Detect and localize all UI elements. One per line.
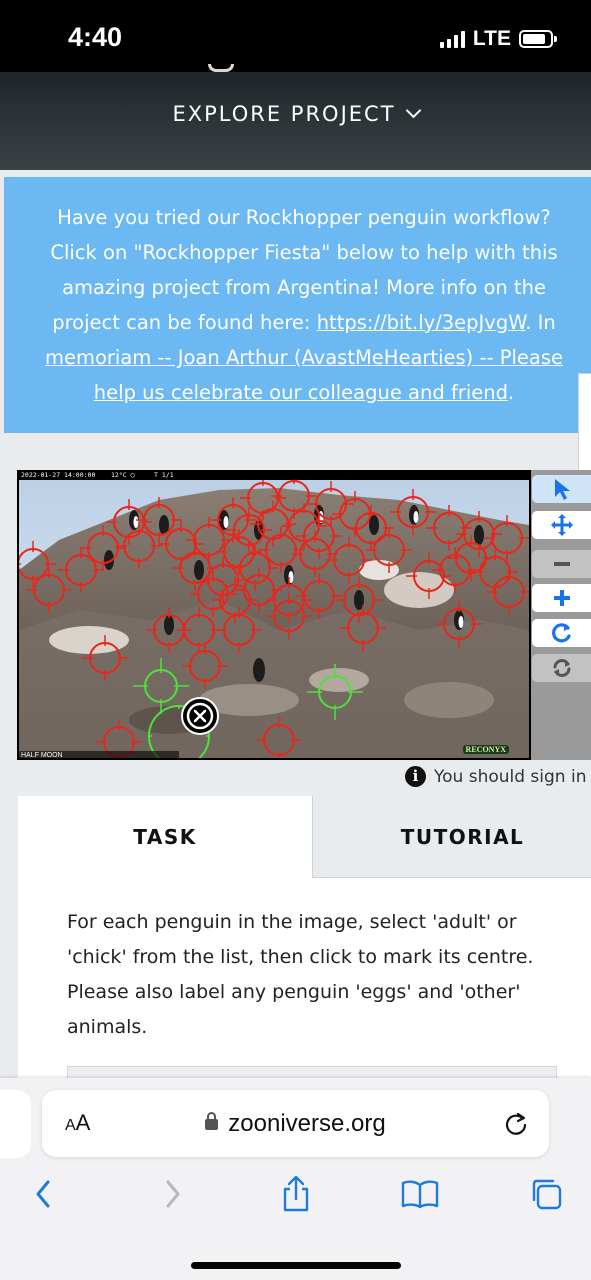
status-bar: 4:40 LTE — [0, 0, 591, 72]
penguin-photo — [19, 480, 529, 758]
close-icon — [186, 702, 214, 730]
chevron-down-icon — [405, 102, 421, 119]
info-icon: i — [405, 766, 426, 787]
announcement-text: project can be found here: — [52, 311, 317, 334]
announcement-text: . — [507, 381, 515, 404]
browser-toolbar: AA zooniverse.org — [0, 1078, 591, 1280]
network-label: LTE — [472, 27, 511, 50]
signal-icon — [439, 30, 465, 48]
announcement-banner: Have you tried our Rockhopper penguin wo… — [4, 177, 591, 433]
zoom-out-button[interactable] — [532, 550, 591, 578]
chevron-left-icon — [36, 1180, 50, 1208]
camera-watermark: RECONYX — [462, 745, 509, 754]
previous-tab-card[interactable] — [0, 1090, 31, 1158]
location-label: HALF MOON — [19, 751, 179, 760]
pan-tool-button[interactable] — [532, 511, 591, 539]
back-button[interactable] — [24, 1174, 64, 1214]
reload-button[interactable] — [503, 1111, 529, 1141]
bookmarks-button[interactable] — [400, 1174, 440, 1214]
book-icon — [401, 1180, 439, 1209]
home-indicator — [191, 1262, 401, 1269]
address-bar[interactable]: AA zooniverse.org — [42, 1090, 549, 1157]
announcement-line: Click on "Rockhopper Fiesta" below to he… — [50, 241, 558, 264]
task-instructions: For each penguin in the image, select 'a… — [67, 911, 534, 1038]
project-title-fragment — [208, 64, 234, 72]
camera-info-bar: 2022-01-27 14:00:00 12°C ◯ T 1/1 — [19, 470, 529, 480]
announcement-line: memoriam -- Joan Arthur (AvastMeHearties… — [4, 340, 591, 375]
lock-icon — [205, 1112, 219, 1130]
reset-view-button[interactable] — [532, 654, 591, 682]
pan-icon — [551, 514, 573, 536]
memoriam-link[interactable]: memoriam -- Joan Arthur (AvastMeHearties… — [45, 346, 563, 369]
delete-mark-button[interactable] — [181, 697, 219, 735]
memoriam-link[interactable]: help us celebrate our colleague and frie… — [94, 381, 508, 404]
pointer-tool-button[interactable] — [532, 475, 591, 503]
tabs-icon — [532, 1179, 562, 1210]
url-text: zooniverse.org — [228, 1110, 386, 1137]
chevron-right-icon — [166, 1180, 180, 1208]
share-icon — [283, 1175, 309, 1212]
bitly-link[interactable]: https://bit.ly/3epJvgW — [317, 311, 526, 334]
screen: 4:40 LTE EXPLORE PROJECT Have you tried … — [0, 0, 591, 1280]
status-time: 4:40 — [68, 22, 123, 52]
explore-project-label: EXPLORE PROJECT — [172, 102, 396, 126]
zoom-in-icon — [554, 590, 570, 606]
announcement-line: help us celebrate our colleague and frie… — [4, 375, 591, 410]
zoom-out-icon — [554, 562, 570, 566]
zoom-in-button[interactable] — [532, 584, 591, 612]
rotate-button[interactable] — [532, 619, 591, 647]
subject-viewer[interactable]: 2022-01-27 14:00:00 12°C ◯ T 1/1 HALF MO… — [17, 470, 531, 760]
tab-task[interactable]: TASK — [18, 796, 312, 878]
reset-icon — [553, 659, 571, 677]
subject-image[interactable] — [19, 480, 529, 758]
signin-text: You should sign in — [434, 766, 587, 787]
announcement-line: project can be found here: https://bit.l… — [4, 305, 591, 340]
explore-project-button[interactable]: EXPLORE PROJECT — [0, 102, 591, 126]
pointer-icon — [555, 479, 570, 500]
tab-tutorial[interactable]: TUTORIAL — [312, 796, 591, 878]
battery-icon — [519, 30, 557, 48]
project-header: EXPLORE PROJECT — [0, 64, 591, 170]
share-button[interactable] — [276, 1174, 316, 1214]
signin-notice: i You should sign in — [405, 766, 586, 787]
task-panel: For each penguin in the image, select 'a… — [18, 878, 591, 1106]
browser-nav-row — [0, 1174, 591, 1214]
forward-button[interactable] — [152, 1174, 192, 1214]
status-indicators: LTE — [439, 27, 557, 51]
viewer-toolbar — [531, 470, 591, 760]
reload-icon — [505, 1112, 527, 1135]
tabs-button[interactable] — [526, 1174, 566, 1214]
rotate-icon — [552, 623, 571, 643]
announcement-line: Have you tried our Rockhopper penguin wo… — [57, 206, 551, 229]
url-display[interactable]: zooniverse.org — [42, 1110, 549, 1138]
announcement-text: . In — [525, 311, 556, 334]
task-tabs: TASK TUTORIAL — [18, 796, 591, 878]
announcement-line: amazing project from Argentina! More inf… — [62, 276, 546, 299]
